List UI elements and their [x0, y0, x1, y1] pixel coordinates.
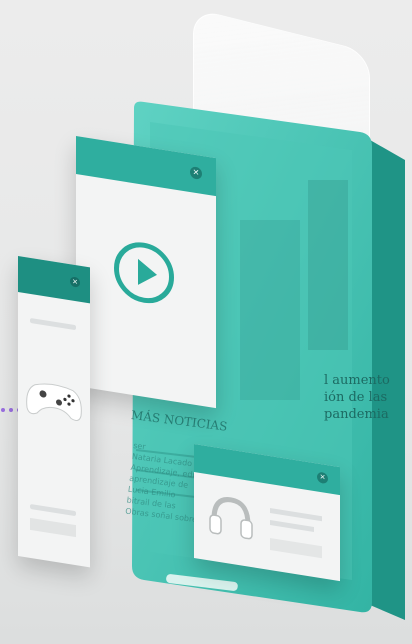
play-button[interactable]: [114, 238, 174, 308]
headline-line: ión de las: [324, 390, 388, 405]
video-card: ✕: [76, 136, 216, 409]
placeholder-block: [270, 538, 322, 559]
article-headline: l aumento ión de las pandemia: [324, 372, 390, 423]
play-icon: [138, 258, 157, 285]
audio-card: ✕: [194, 444, 340, 582]
placeholder-line: [30, 503, 76, 517]
headphones-icon: [209, 497, 253, 540]
game-card: ✕: [18, 256, 90, 568]
placeholder-line: [270, 508, 322, 522]
game-controller-icon: [26, 383, 82, 422]
headline-line: pandemia: [324, 407, 389, 422]
placeholder-line: [30, 317, 76, 331]
placeholder-line: [270, 520, 314, 533]
placeholder-block: [30, 517, 76, 538]
headline-line: l aumento: [324, 373, 390, 388]
